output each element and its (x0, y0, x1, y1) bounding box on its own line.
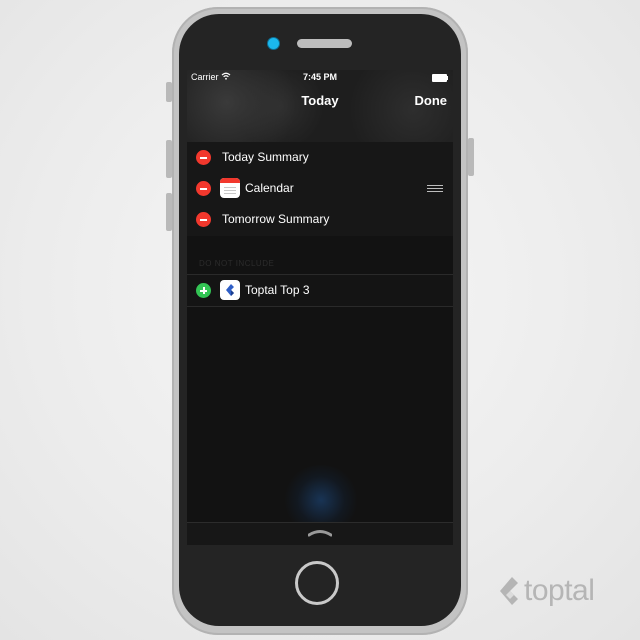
calendar-icon (220, 178, 240, 198)
earpiece-speaker (297, 39, 352, 48)
battery-icon (432, 74, 448, 82)
widget-row-today-summary[interactable]: Today Summary (187, 142, 453, 173)
section-header-do-not-include: DO NOT INCLUDE (199, 259, 275, 268)
widget-label: Calendar (245, 181, 294, 195)
toptal-logo-icon (500, 577, 518, 605)
excluded-widgets-list: Toptal Top 3 (187, 274, 453, 307)
minus-circle-icon[interactable] (196, 181, 211, 196)
done-button[interactable]: Done (415, 93, 448, 108)
home-button[interactable] (295, 561, 339, 605)
nav-title: Today (301, 93, 339, 108)
widget-label: Tomorrow Summary (222, 212, 330, 226)
chevron-up-icon[interactable] (308, 527, 332, 537)
volume-up-button (166, 140, 172, 178)
widget-row-toptal-top-3[interactable]: Toptal Top 3 (187, 275, 453, 306)
grabber-bar[interactable] (187, 522, 453, 545)
toptal-watermark: toptal (497, 573, 612, 609)
widget-label: Today Summary (222, 150, 309, 164)
nav-bar: Today Done (187, 90, 453, 112)
status-time: 7:45 PM (302, 72, 337, 82)
phone-screen: Carrier 7:45 PM Today Done Today Summary… (187, 70, 453, 545)
status-bar: Carrier 7:45 PM (187, 70, 453, 86)
watermark-text: toptal (524, 574, 595, 607)
volume-down-button (166, 193, 172, 231)
widget-label: Toptal Top 3 (245, 283, 310, 297)
toptal-icon (220, 280, 240, 300)
mute-switch (166, 82, 172, 102)
power-button (468, 138, 474, 176)
included-widgets-list: Today Summary Calendar Tomorrow Summary (187, 142, 453, 236)
front-camera (268, 38, 279, 49)
minus-circle-icon[interactable] (196, 212, 211, 227)
drag-handle-icon[interactable] (427, 185, 443, 192)
widget-row-calendar[interactable]: Calendar (187, 173, 453, 204)
minus-circle-icon[interactable] (196, 150, 211, 165)
widget-row-tomorrow-summary[interactable]: Tomorrow Summary (187, 204, 453, 235)
plus-circle-icon[interactable] (196, 283, 211, 298)
